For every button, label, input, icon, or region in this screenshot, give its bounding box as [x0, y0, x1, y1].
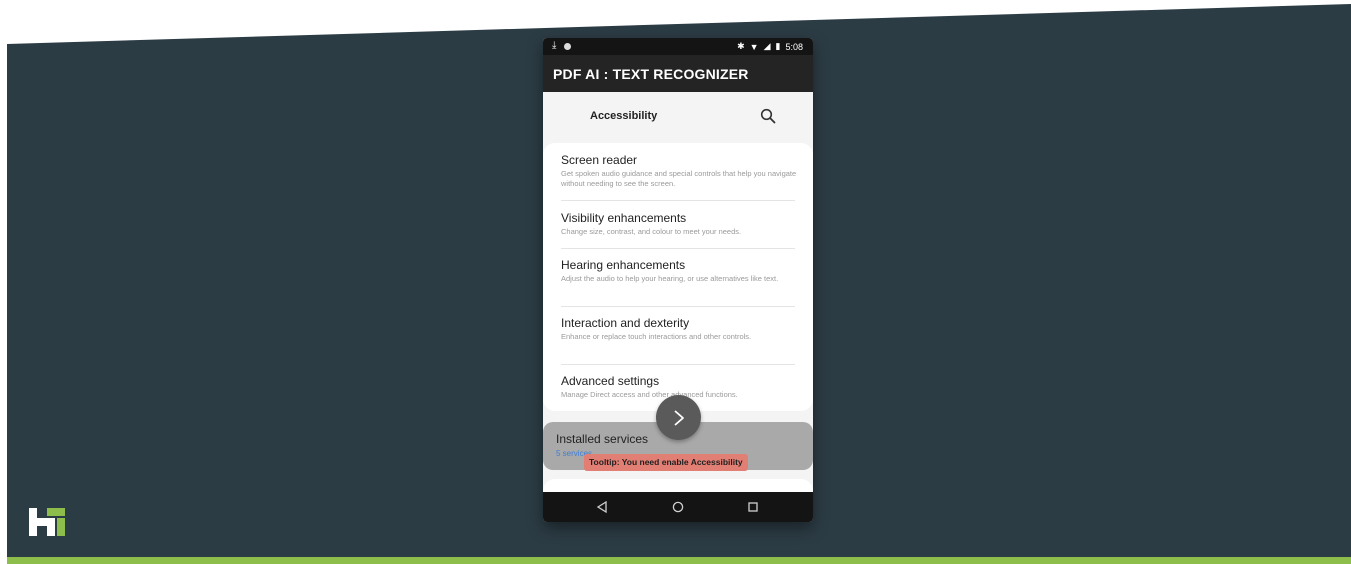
- list-item-screen-reader[interactable]: Screen reader Get spoken audio guidance …: [561, 153, 797, 189]
- list-item-visibility-enhancements[interactable]: Visibility enhancements Change size, con…: [561, 211, 797, 237]
- chevron-right-icon: [673, 409, 684, 426]
- page-title: Accessibility: [590, 110, 658, 122]
- list-item-title: Interaction and dexterity: [561, 316, 690, 330]
- wifi-icon: ▼: [749, 41, 759, 52]
- back-triangle-icon[interactable]: [594, 499, 610, 515]
- recents-square-icon[interactable]: [745, 499, 761, 515]
- app-bar: PDF AI : TEXT RECOGNIZER: [543, 55, 813, 92]
- list-item-subtitle: Get spoken audio guidance and special co…: [561, 169, 797, 188]
- bluetooth-icon: ✱: [737, 41, 745, 51]
- list-item-title: Visibility enhancements: [561, 211, 687, 225]
- home-circle-icon[interactable]: [670, 499, 686, 515]
- list-item-title: Screen reader: [561, 153, 638, 167]
- list-item-hearing-enhancements[interactable]: Hearing enhancements Adjust the audio to…: [561, 258, 797, 284]
- divider: [561, 248, 795, 249]
- notification-dot-icon: [564, 42, 572, 50]
- status-bar: ⤓ ✱ ▼ ◢ ▮ 5:08: [543, 38, 813, 55]
- tooltip: Tooltip: You need enable Accessibility: [584, 454, 748, 471]
- list-item-interaction-dexterity[interactable]: Interaction and dexterity Enhance or rep…: [561, 316, 797, 342]
- battery-icon: ▮: [775, 41, 781, 51]
- divider: [561, 200, 795, 201]
- search-icon[interactable]: [760, 108, 776, 124]
- settings-header: Accessibility: [543, 92, 813, 142]
- signal-icon: ◢: [763, 41, 771, 51]
- list-item-subtitle: Adjust the audio to help your hearing, o…: [561, 274, 779, 283]
- phone-screen: ⤓ ✱ ▼ ◢ ▮ 5:08 PDF AI : TEXT RECOGNIZER …: [543, 38, 813, 522]
- next-button[interactable]: [656, 395, 701, 440]
- list-item-subtitle: Change size, contrast, and colour to mee…: [561, 227, 742, 236]
- divider: [561, 306, 795, 307]
- divider: [561, 364, 795, 365]
- installed-services-title: Installed services: [556, 432, 649, 446]
- navigation-bar: [543, 492, 813, 522]
- status-time: 5:08: [785, 41, 803, 52]
- app-title: PDF AI : TEXT RECOGNIZER: [553, 66, 749, 82]
- list-item-subtitle: Enhance or replace touch interactions an…: [561, 332, 752, 341]
- list-item-title: Advanced settings: [561, 374, 660, 388]
- list-item-title: Hearing enhancements: [561, 258, 686, 272]
- accessibility-options-card: Screen reader Get spoken audio guidance …: [543, 143, 813, 411]
- brand-logo: [29, 508, 65, 536]
- bottom-accent-stripe: [7, 557, 1351, 564]
- download-icon: ⤓: [552, 40, 557, 51]
